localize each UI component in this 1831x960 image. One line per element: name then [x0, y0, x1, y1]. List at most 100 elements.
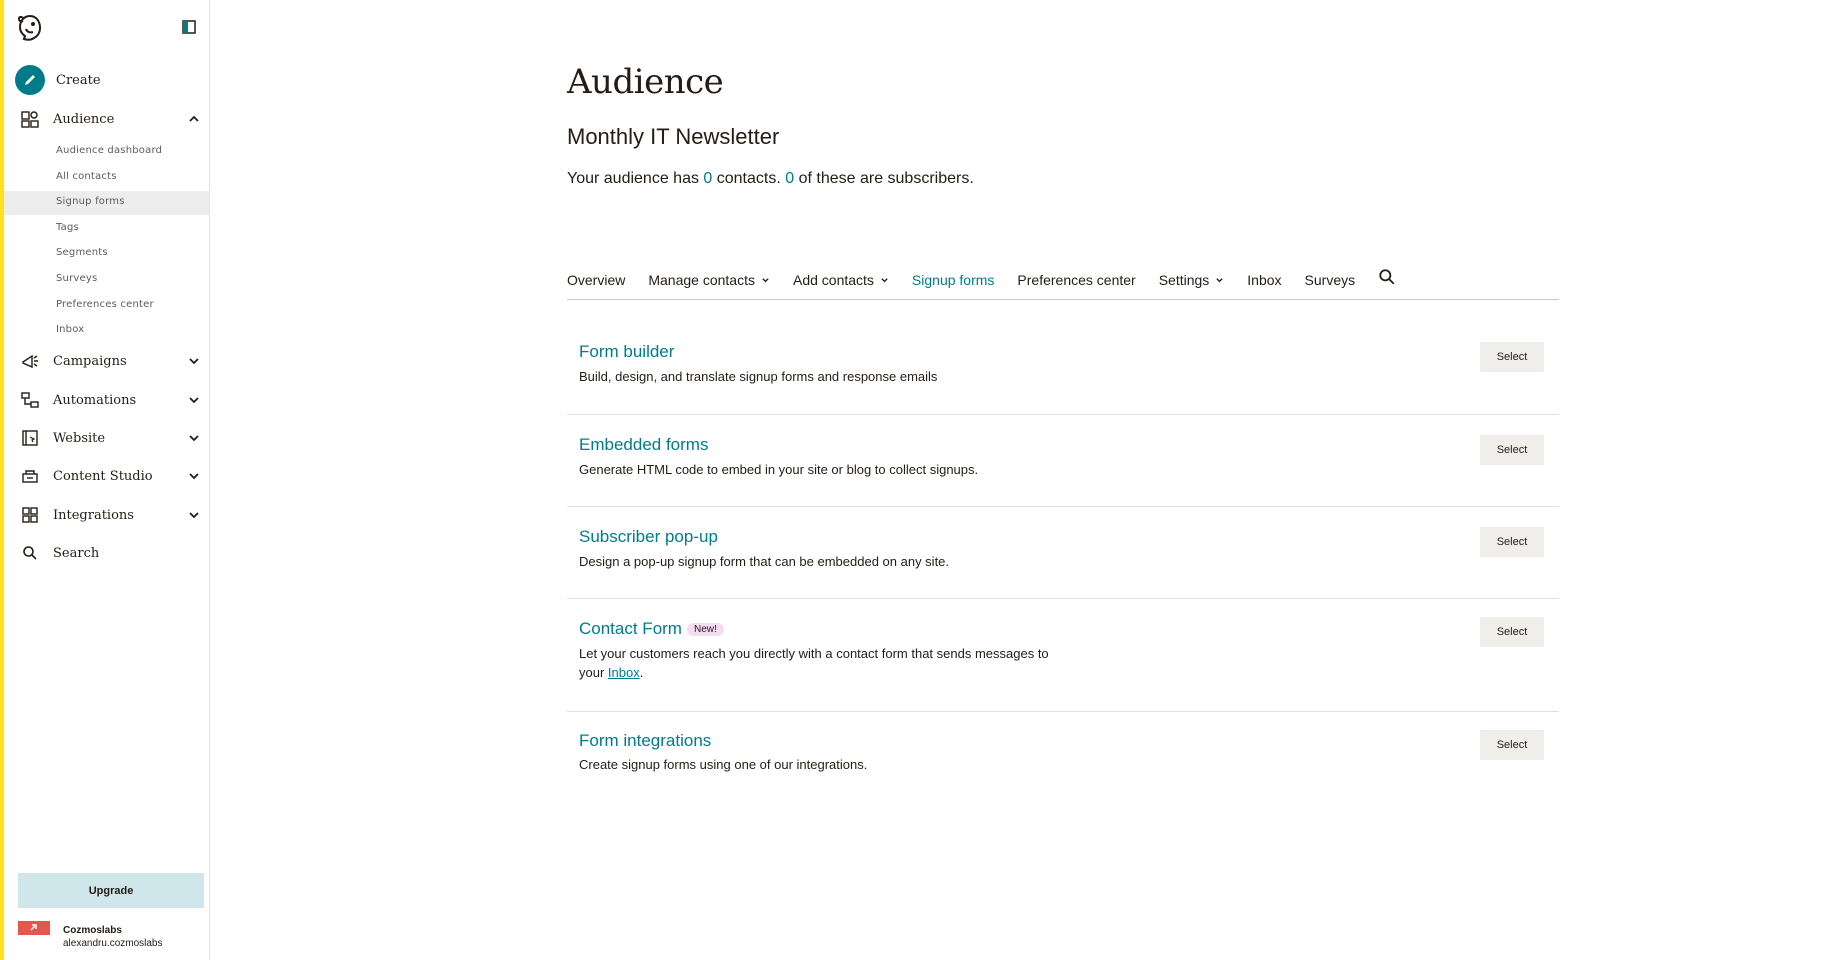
tab-label: Settings [1158, 272, 1210, 288]
form-option-card: Form integrations Create signup forms us… [567, 712, 1559, 792]
subscriber-popup-select-button[interactable]: Select [1480, 527, 1544, 557]
contact-form-title[interactable]: Contact Form [579, 619, 682, 638]
subscriber-popup-description: Design a pop-up signup form that can be … [579, 554, 950, 569]
create-label: Create [56, 72, 101, 88]
sidebar-item-search[interactable]: Search [19, 541, 201, 565]
sidebar-subitem-all-contacts[interactable]: All contacts [56, 171, 117, 182]
summary-suffix: of these are subscribers. [794, 170, 974, 187]
form-builder-title[interactable]: Form builder [579, 342, 674, 362]
audience-name: Monthly IT Newsletter [567, 124, 780, 149]
desc-suffix: . [639, 665, 644, 680]
tab-overview[interactable]: Overview [567, 268, 625, 292]
sidebar-item-integrations[interactable]: Integrations [19, 503, 201, 527]
tab-signup-forms[interactable]: Signup forms [912, 268, 994, 292]
form-option-card: Contact Form New! Let your customers reac… [567, 599, 1559, 712]
form-option-card: Form builder Build, design, and translat… [567, 320, 1559, 415]
search-icon[interactable] [1378, 268, 1396, 286]
inbox-link[interactable]: Inbox [608, 665, 640, 680]
sidebar-item-label: Campaigns [53, 353, 127, 369]
tab-label: Preferences center [1017, 272, 1136, 288]
tab-label: Overview [567, 272, 626, 288]
summary-prefix: Your audience has [567, 170, 704, 187]
form-integrations-description: Create signup forms using one of our int… [579, 757, 868, 772]
sidebar-item-campaigns[interactable]: Campaigns [19, 349, 201, 373]
audience-icon [19, 108, 41, 130]
sidebar-subitem-audience-dashboard[interactable]: Audience dashboard [56, 145, 162, 156]
sidebar-item-label: Automations [53, 392, 137, 408]
form-builder-select-button[interactable]: Select [1480, 342, 1544, 372]
tab-inbox[interactable]: Inbox [1247, 268, 1281, 292]
subscriber-popup-title[interactable]: Subscriber pop-up [579, 527, 718, 547]
form-integrations-select-button[interactable]: Select [1480, 730, 1544, 760]
sidebar-item-audience[interactable]: Audience [19, 107, 201, 131]
form-option-card: Embedded forms Generate HTML code to emb… [567, 415, 1559, 507]
audience-summary: Your audience has 0 contacts. 0 of these… [567, 170, 974, 188]
chevron-up-icon [189, 115, 199, 122]
tab-label: Surveys [1304, 272, 1356, 288]
sidebar-item-label: Content Studio [53, 468, 153, 484]
megaphone-icon [19, 350, 41, 372]
page-title: Audience [567, 62, 724, 102]
tab-surveys[interactable]: Surveys [1305, 268, 1356, 292]
chevron-down-icon [189, 435, 199, 442]
sidebar-subitem-surveys[interactable]: Surveys [56, 273, 97, 284]
sidebar-item-content-studio[interactable]: Content Studio [19, 464, 201, 488]
tab-add-contacts[interactable]: Add contacts [793, 268, 889, 292]
account-name[interactable]: Cozmoslabs [63, 925, 122, 936]
sidebar: Create Audience Audience dashboard All c… [4, 0, 210, 960]
contacts-count[interactable]: 0 [703, 170, 712, 187]
sidebar-subitem-segments[interactable]: Segments [56, 247, 108, 258]
contact-form-desc-line1: Let your customers reach you directly wi… [579, 646, 1049, 661]
account-avatar[interactable] [18, 921, 50, 935]
tab-label: Signup forms [911, 272, 995, 288]
chevron-down-icon [189, 397, 199, 404]
website-icon [19, 427, 41, 449]
integrations-grid-icon [19, 504, 41, 526]
sidebar-item-label: Audience [53, 111, 115, 127]
contact-form-desc-line2: your Inbox. [579, 663, 1049, 682]
sidebar-item-automations[interactable]: Automations [19, 388, 201, 412]
form-builder-description: Build, design, and translate signup form… [579, 369, 938, 384]
contact-form-heading: Contact Form New! [579, 619, 724, 639]
mailchimp-logo-icon[interactable] [14, 12, 46, 44]
chevron-down-icon [189, 358, 199, 365]
embedded-forms-select-button[interactable]: Select [1480, 435, 1544, 465]
form-integrations-title[interactable]: Form integrations [579, 731, 711, 751]
new-badge: New! [686, 623, 724, 636]
tab-label: Manage contacts [648, 272, 755, 288]
sidebar-subitem-signup-forms[interactable]: Signup forms [56, 196, 125, 207]
sidebar-item-label: Website [53, 430, 106, 446]
embedded-forms-description: Generate HTML code to embed in your site… [579, 462, 979, 477]
sidebar-subitem-tags[interactable]: Tags [56, 222, 79, 233]
subscribers-count[interactable]: 0 [785, 170, 794, 187]
automations-icon [19, 389, 41, 411]
chevron-down-icon [189, 473, 199, 480]
chevron-down-icon [762, 277, 769, 282]
audience-tabs: Overview Manage contacts Add contacts Si… [567, 268, 1559, 300]
form-option-card: Subscriber pop-up Design a pop-up signup… [567, 507, 1559, 599]
desc-prefix: your [579, 665, 608, 680]
content-studio-icon [19, 465, 41, 487]
contact-form-select-button[interactable]: Select [1480, 617, 1544, 647]
upgrade-button[interactable]: Upgrade [18, 873, 204, 908]
sidebar-item-label: Integrations [53, 507, 134, 523]
account-user: alexandru.cozmoslabs [63, 938, 163, 949]
contact-form-description: Let your customers reach you directly wi… [579, 644, 1049, 682]
pencil-icon [15, 65, 45, 95]
chevron-down-icon [189, 512, 199, 519]
tab-preferences-center[interactable]: Preferences center [1017, 268, 1135, 292]
tab-manage-contacts[interactable]: Manage contacts [648, 268, 770, 292]
sidebar-subitem-inbox[interactable]: Inbox [56, 324, 84, 335]
embedded-forms-title[interactable]: Embedded forms [579, 435, 708, 455]
sidebar-item-label: Search [53, 545, 100, 561]
sidebar-item-website[interactable]: Website [19, 426, 201, 450]
tab-label: Inbox [1247, 272, 1282, 288]
tab-label: Add contacts [792, 272, 874, 288]
chevron-down-icon [881, 277, 888, 282]
summary-middle: contacts. [712, 170, 786, 187]
sidebar-collapse-icon[interactable] [182, 20, 196, 34]
tab-settings[interactable]: Settings [1159, 268, 1225, 292]
chevron-down-icon [1216, 277, 1223, 282]
sidebar-subitem-preferences-center[interactable]: Preferences center [56, 299, 154, 310]
create-button[interactable]: Create [15, 64, 101, 96]
